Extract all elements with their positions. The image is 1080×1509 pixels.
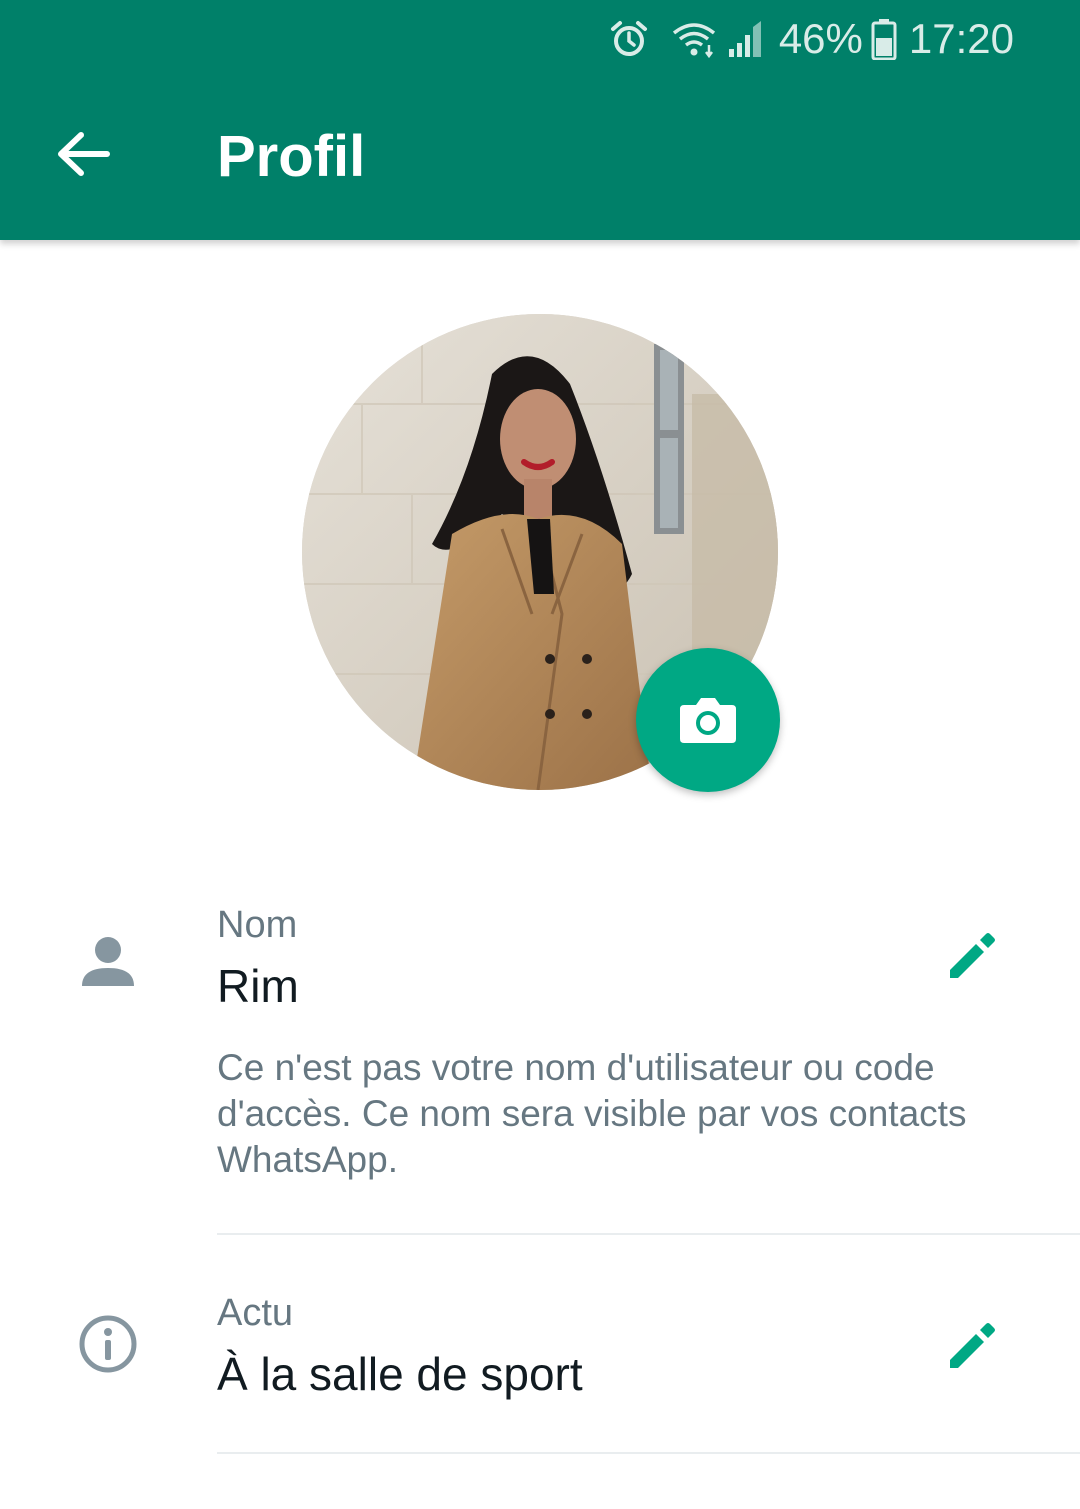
battery-percent: 46% xyxy=(778,15,863,62)
name-hint: Ce n'est pas votre nom d'utilisateur ou … xyxy=(217,1047,967,1180)
change-photo-button[interactable] xyxy=(636,648,780,792)
pencil-icon xyxy=(946,930,998,982)
name-value: Rim xyxy=(217,960,299,1012)
about-value: À la salle de sport xyxy=(217,1348,583,1400)
page-title: Profil xyxy=(217,124,366,189)
divider xyxy=(217,1452,1080,1454)
battery-icon xyxy=(871,18,897,60)
about-row[interactable]: Actu À la salle de sport xyxy=(0,1290,1080,1440)
arrow-left-icon xyxy=(57,131,111,177)
camera-icon xyxy=(678,695,738,745)
name-row[interactable]: Nom Rim Ce n'est pas votre nom d'utilisa… xyxy=(0,900,1080,1240)
clock: 17:20 xyxy=(908,15,1014,62)
status-bar: 46% 17:20 xyxy=(0,0,1080,78)
pencil-icon xyxy=(946,1320,998,1372)
edit-about-button[interactable] xyxy=(940,1314,1004,1378)
profile-content: Nom Rim Ce n'est pas votre nom d'utilisa… xyxy=(0,240,1080,1509)
edit-name-button[interactable] xyxy=(940,924,1004,988)
divider xyxy=(217,1233,1080,1235)
about-label: Actu xyxy=(217,1292,294,1334)
toolbar: Profil xyxy=(0,78,1080,240)
wifi-icon xyxy=(671,19,717,59)
status-icons: 46% 17:20 xyxy=(609,12,1014,66)
back-button[interactable] xyxy=(44,114,124,194)
info-icon xyxy=(76,1312,140,1376)
signal-icon xyxy=(725,19,765,59)
person-icon xyxy=(76,930,140,994)
name-label: Nom xyxy=(217,904,298,946)
app-bar: 46% 17:20 Profil xyxy=(0,0,1080,240)
alarm-icon xyxy=(609,19,649,59)
avatar-container xyxy=(302,314,780,792)
